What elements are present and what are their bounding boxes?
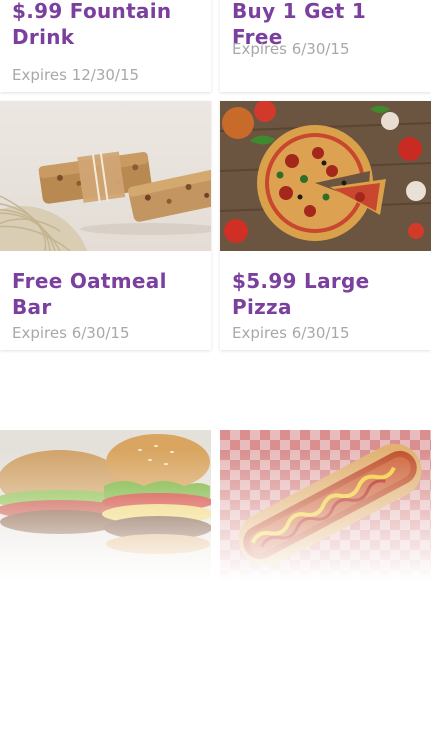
coupon-expiry: Expires 12/30/15 [12, 66, 140, 84]
coupon-title: $.99 Fountain Drink [12, 0, 172, 49]
coupon-card-oatmeal-bar[interactable]: Free Oatmeal Bar Expires 6/30/15 [0, 101, 211, 350]
pizza-photo [220, 101, 431, 251]
coupon-expiry: Expires 6/30/15 [232, 40, 350, 58]
coupon-card-hotdog[interactable] [220, 430, 431, 580]
coupon-title: Free Oatmeal Bar [12, 269, 167, 319]
coupon-expiry: Expires 6/30/15 [12, 324, 130, 342]
coupon-expiry: Expires 6/30/15 [232, 324, 350, 342]
oatmeal-bar-photo [0, 101, 211, 251]
coupon-title: $5.99 Large Pizza [232, 269, 370, 319]
coupon-card-burger[interactable] [0, 430, 211, 580]
coupon-card-fountain-drink[interactable]: $.99 Fountain Drink Expires 12/30/15 [0, 0, 211, 92]
coupon-grid: $.99 Fountain Drink Expires 12/30/15 Buy… [0, 0, 431, 734]
coupon-card-large-pizza[interactable]: $5.99 Large Pizza Expires 6/30/15 [220, 101, 431, 350]
fade-overlay [0, 450, 211, 580]
coupon-card-bogo[interactable]: Buy 1 Get 1 Free Expires 6/30/15 [220, 0, 431, 92]
fade-overlay [220, 450, 431, 580]
